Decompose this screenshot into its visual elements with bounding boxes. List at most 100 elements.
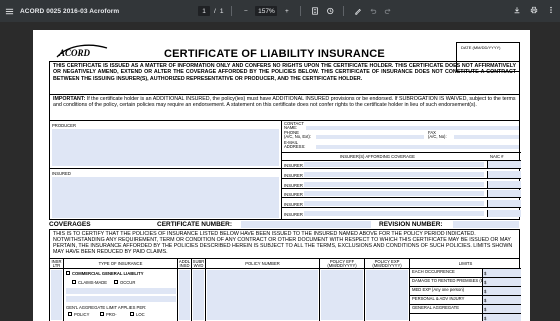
total-pages: 1 — [219, 7, 224, 15]
insurer-name-field[interactable] — [304, 191, 484, 197]
acord-logo: ACORD — [51, 42, 111, 60]
fit-page-icon[interactable] — [309, 6, 320, 17]
claims-made-checkbox[interactable] — [72, 280, 76, 284]
dollar-sign: $ — [484, 316, 487, 321]
producer-field[interactable] — [52, 129, 279, 166]
revision-number-field[interactable] — [453, 221, 519, 228]
naic-field[interactable] — [487, 161, 521, 168]
undo-icon[interactable] — [367, 6, 378, 17]
general-liability-row: COMMERCIAL GENERAL LIABILITY CLAIMS-MADE… — [50, 269, 521, 321]
limit-row: PERSONAL & ADV INJURY $ — [410, 296, 521, 305]
policy-checkbox[interactable] — [68, 312, 72, 316]
coverage-notice: THIS IS TO CERTIFY THAT THE POLICIES OF … — [49, 229, 520, 259]
subr-wvd-field[interactable] — [193, 270, 204, 320]
limit-label: GENERAL AGGREGATE — [412, 305, 460, 310]
subr-wvd-cell — [192, 269, 206, 321]
insurer-name-field[interactable] — [304, 181, 484, 187]
limit-label: EACH OCCURRENCE — [412, 269, 455, 274]
col-limits: LIMITS — [410, 259, 521, 269]
important-notice: IMPORTANT: If the certificate holder is … — [49, 95, 520, 121]
naic-field[interactable] — [487, 170, 521, 178]
phone-field[interactable] — [316, 135, 424, 139]
page-zoom-controls: 1 / 1 − 157% + — [198, 4, 393, 18]
occur-label: OCCUR — [120, 280, 136, 285]
loc-label: LOC — [136, 312, 145, 317]
more-icon[interactable] — [545, 4, 556, 15]
zoom-level: 157% — [258, 7, 275, 15]
hamburger-menu-icon[interactable] — [2, 0, 16, 22]
col-policy-eff: POLICY EFF (MM/DD/YYYY) — [320, 259, 365, 269]
insr-ltr-field[interactable] — [51, 270, 62, 320]
gen-agg-label: GEN'L AGGREGATE LIMIT APPLIES PER: — [66, 305, 147, 310]
contact-name-field[interactable] — [306, 126, 519, 130]
coverage-table: INSR LTR TYPE OF INSURANCE ADDL INSD SUBR W… — [49, 259, 521, 321]
project-checkbox[interactable] — [100, 312, 104, 316]
toolbar-divider — [231, 6, 233, 16]
col-subr-wvd: SUBR WVD — [192, 259, 206, 269]
gl-other-field-1[interactable] — [66, 288, 176, 294]
insured-field[interactable] — [52, 177, 279, 218]
dollar-sign: $ — [484, 289, 487, 294]
insurer-row: INSURER F : — [282, 210, 521, 218]
insurer-row: INSURER E : — [282, 200, 521, 209]
limit-amount-field[interactable] — [482, 287, 521, 295]
insurer-name-field[interactable] — [304, 201, 484, 207]
draw-icon[interactable] — [352, 6, 363, 17]
certificate-number-label: CERTIFICATE NUMBER: — [157, 221, 232, 228]
zoom-in-button[interactable]: + — [281, 6, 292, 17]
fax-field[interactable] — [454, 135, 519, 139]
insr-ltr-cell — [50, 269, 64, 321]
producer-box: PRODUCER — [50, 121, 282, 169]
email-field[interactable] — [316, 145, 519, 149]
insurers-heading: INSURER(S) AFFORDING COVERAGE — [340, 154, 415, 159]
limit-amount-field[interactable] — [482, 296, 521, 304]
zoom-level-input[interactable]: 157% — [255, 6, 278, 16]
limit-amount-field[interactable] — [482, 314, 521, 321]
toolbar-actions — [511, 4, 556, 15]
limit-row: MED EXP (Any one person) $ — [410, 287, 521, 296]
col-policy-exp: POLICY EXP (MM/DD/YYYY) — [365, 259, 410, 269]
insurer-row: INSURER B : — [282, 170, 521, 179]
naic-field[interactable] — [487, 180, 521, 188]
insurers-header: INSURER(S) AFFORDING COVERAGE NAIC # — [282, 153, 521, 161]
email-label: E-MAIL ADDRESS: — [284, 140, 306, 150]
insurer-row: INSURER A : — [282, 161, 521, 169]
insurer-row: INSURER D : — [282, 190, 521, 199]
zoom-out-button[interactable]: − — [240, 6, 251, 17]
limit-amount-field[interactable] — [482, 305, 521, 313]
insurer-name-field[interactable] — [304, 162, 484, 167]
limit-amount-field[interactable] — [482, 269, 521, 277]
dollar-sign: $ — [484, 307, 487, 312]
policy-number-field[interactable] — [207, 270, 318, 320]
document-title: ACORD 0025 2016-03 Acroform — [20, 7, 120, 15]
insurer-name-field[interactable] — [304, 171, 484, 177]
download-icon[interactable] — [511, 4, 522, 15]
col-policy-number: POLICY NUMBER — [206, 259, 320, 269]
loc-checkbox[interactable] — [130, 312, 134, 316]
col-addl-insd: ADDL INSD — [178, 259, 192, 269]
history-icon[interactable] — [324, 6, 335, 17]
naic-field[interactable] — [487, 210, 521, 217]
gl-other-field-2[interactable] — [66, 296, 176, 302]
occur-checkbox[interactable] — [114, 280, 118, 284]
certificate-number-field[interactable] — [241, 221, 371, 228]
policy-exp-field[interactable] — [366, 270, 408, 320]
cgl-label: COMMERCIAL GENERAL LIABILITY — [72, 271, 144, 276]
toolbar-divider — [300, 6, 302, 16]
limit-row: EACH OCCURRENCE $ — [410, 269, 521, 278]
naic-field[interactable] — [487, 200, 521, 208]
redo-icon[interactable] — [382, 6, 393, 17]
limit-amount-field[interactable] — [482, 278, 521, 286]
important-text: If the certificate holder is an ADDITION… — [53, 96, 516, 109]
page-number-input[interactable]: 1 — [198, 6, 210, 16]
naic-field[interactable] — [487, 190, 521, 198]
producer-label: PRODUCER — [52, 123, 76, 128]
fax-label: FAX (A/C, No): — [428, 130, 447, 140]
pdf-page: ACORD CERTIFICATE OF LIABILITY INSURANCE… — [33, 30, 530, 321]
print-icon[interactable] — [528, 4, 539, 15]
policy-eff-field[interactable] — [321, 270, 363, 320]
project-label: PRO- — [106, 312, 117, 317]
insurer-name-field[interactable] — [304, 211, 484, 216]
cgl-checkbox[interactable] — [66, 271, 70, 275]
addl-insd-field[interactable] — [179, 270, 190, 320]
